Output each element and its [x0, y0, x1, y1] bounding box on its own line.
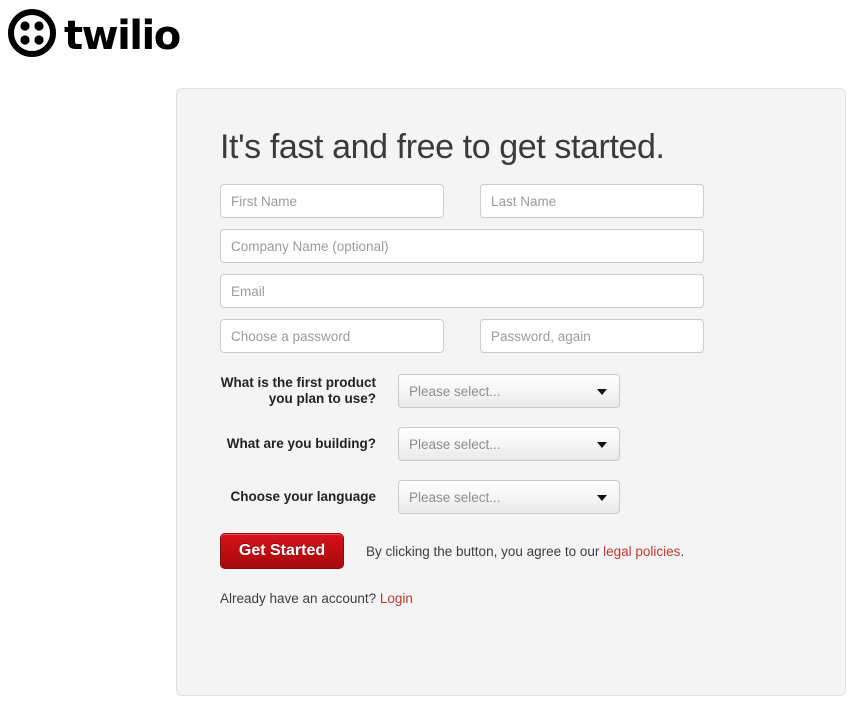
name-row	[220, 184, 704, 219]
company-row	[220, 229, 704, 264]
password-input[interactable]	[220, 319, 444, 354]
twilio-logo[interactable]: twilio	[8, 9, 181, 62]
email-input[interactable]	[220, 274, 704, 309]
get-started-button[interactable]: Get Started	[220, 533, 344, 570]
first-product-label-line1: What is the first product	[220, 375, 376, 391]
chevron-down-icon	[597, 442, 607, 449]
password-confirm-input[interactable]	[480, 319, 704, 354]
login-link[interactable]: Login	[380, 591, 413, 606]
language-select-value: Please select...	[409, 489, 501, 505]
password-row	[220, 319, 704, 354]
language-select[interactable]: Please select...	[398, 480, 620, 515]
login-row: Already have an account? Login	[220, 591, 704, 606]
submit-row: Get Started By clicking the button, you …	[220, 533, 704, 570]
signup-form: It's fast and free to get started. What …	[220, 128, 704, 606]
what-building-label: What are you building?	[226, 436, 376, 452]
first-name-input[interactable]	[220, 184, 444, 219]
select-row-first-product: What is the first product you plan to us…	[220, 374, 704, 409]
what-building-select-value: Please select...	[409, 436, 501, 452]
select-row-language: Choose your language Please select...	[220, 480, 704, 515]
language-label: Choose your language	[230, 489, 376, 505]
terms-suffix: .	[680, 543, 685, 559]
first-product-label-line2: you plan to use?	[268, 391, 376, 407]
terms-prefix: By clicking the button, you agree to our	[366, 543, 604, 559]
email-row	[220, 274, 704, 309]
select-row-what-building: What are you building? Please select...	[220, 427, 704, 462]
what-building-select[interactable]: Please select...	[398, 427, 620, 462]
page-title: It's fast and free to get started.	[220, 128, 665, 166]
chevron-down-icon	[597, 389, 607, 396]
first-product-label: What is the first product you plan to us…	[220, 375, 398, 407]
twilio-circle-four-dots-icon	[8, 9, 56, 62]
terms-text: By clicking the button, you agree to our…	[366, 544, 684, 559]
login-prompt: Already have an account?	[220, 591, 380, 607]
signup-card: It's fast and free to get started. What …	[176, 88, 846, 696]
first-product-select[interactable]: Please select...	[398, 374, 620, 409]
chevron-down-icon	[597, 495, 607, 502]
brand-wordmark: twilio	[64, 12, 181, 59]
last-name-input[interactable]	[480, 184, 704, 219]
legal-policies-link[interactable]: legal policies	[603, 544, 680, 559]
first-product-select-value: Please select...	[409, 383, 501, 399]
company-name-input[interactable]	[220, 229, 704, 264]
signup-page: twilio It's fast and free to get started…	[0, 0, 850, 702]
